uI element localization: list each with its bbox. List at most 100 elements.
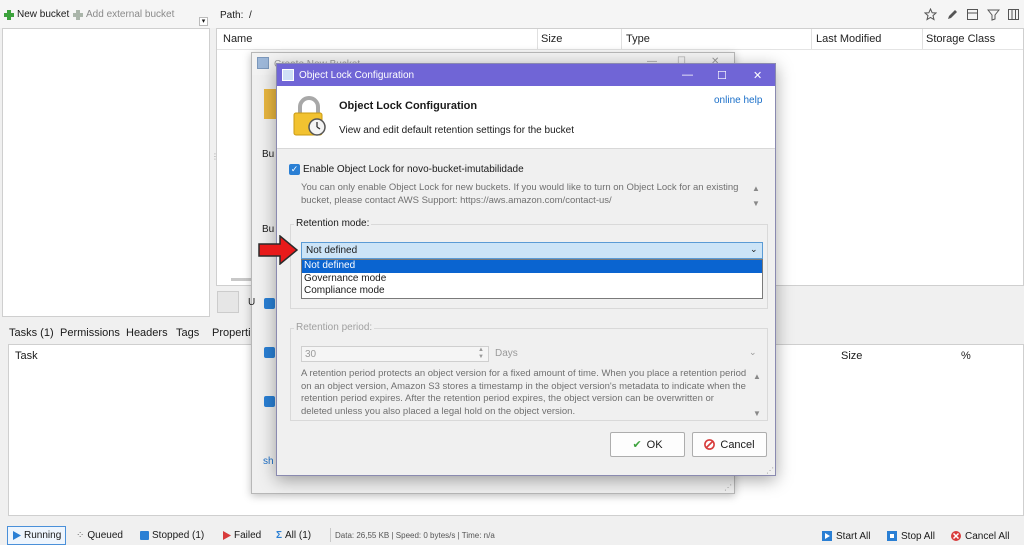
sigma-icon: Σ [276,530,283,541]
cancel-all-button[interactable]: Cancel All [950,530,1009,542]
ok-label: OK [646,438,663,451]
retention-mode-select[interactable]: Not defined ⌄ [301,242,763,259]
spinner-icon: ⁘ [76,530,85,541]
all-label: All (1) [285,530,312,541]
add-external-bucket-label: Add external bucket [86,9,175,20]
chevron-down-icon: ⌄ [750,244,758,254]
padlock-clock-icon [293,96,326,136]
failed-icon [223,531,231,540]
stop-all-button[interactable]: Stop All [886,530,935,542]
option-not-defined[interactable]: Not defined [302,260,762,273]
stopped-filter-button[interactable]: Stopped (1) [140,530,204,541]
plus-icon [73,9,83,20]
enable-object-lock-checkbox[interactable]: ✓ [289,164,300,175]
failed-label: Failed [234,530,262,541]
stop-all-icon [887,531,897,541]
panel-icon[interactable] [966,8,979,21]
retention-period-value: 30 [305,349,317,360]
start-all-button[interactable]: Start All [821,530,870,542]
minimize-icon[interactable]: — [682,69,693,81]
checkbox-3[interactable] [264,396,275,407]
status-bar: Running ⁘ Queued Stopped (1) Failed Σ Al… [0,524,1024,545]
running-label: Running [24,530,62,541]
close-icon[interactable]: ✕ [753,69,762,82]
retention-mode-value: Not defined [306,245,358,256]
column-header-type[interactable]: Type [626,33,650,45]
queued-label: Queued [87,530,123,541]
columns-icon[interactable] [1007,8,1020,21]
bucket-region-label: Bu [262,224,275,235]
bucket-tree-panel[interactable] [2,28,210,317]
path-label: Path: [220,10,244,21]
bottom-tab-bar: Tasks (1) Permissions Headers Tags Prope… [0,324,270,344]
ok-button[interactable]: ✔ OK [610,432,685,457]
show-link[interactable]: sh [263,456,274,467]
running-filter-button[interactable]: Running [7,526,67,545]
retention-mode-dropdown-list[interactable]: Not defined Governance mode Compliance m… [301,259,763,299]
resize-grip-icon[interactable]: ⋰ [724,483,732,492]
stepper-icon[interactable]: ▲ ▼ [478,347,484,361]
checkbox-2[interactable] [264,347,275,358]
retention-unit-value: Days [495,348,518,359]
stop-icon [140,531,149,540]
tab-tasks[interactable]: Tasks (1) [9,327,54,339]
new-bucket-button[interactable]: New bucket [4,9,69,20]
scroll-up-icon[interactable]: ▲ [752,184,760,193]
chevron-down-icon: ⌄ [749,347,757,357]
app-icon [282,69,294,81]
start-all-icon [822,531,832,541]
tab-permissions[interactable]: Permissions [60,327,120,339]
column-header-name[interactable]: Name [223,33,252,45]
filter-icon[interactable] [987,8,1000,21]
object-lock-titlebar: Object Lock Configuration — ☐ ✕ [277,64,775,86]
dialog-title: Object Lock Configuration [299,70,415,81]
column-header-task-size[interactable]: Size [841,350,862,362]
maximize-icon[interactable]: ☐ [717,69,727,82]
option-governance-mode[interactable]: Governance mode [302,273,762,286]
scroll-down-icon[interactable]: ▼ [752,199,760,208]
retention-unit-select[interactable]: Days ⌄ [491,346,762,362]
upload-label: U [248,297,256,308]
splitter-handle[interactable]: ⋮ [211,152,219,166]
column-header-last-modified[interactable]: Last Modified [816,33,881,45]
dialog-header: Object Lock Configuration View and edit … [277,86,775,149]
failed-filter-button[interactable]: Failed [222,530,261,541]
column-header-size[interactable]: Size [541,33,562,45]
start-all-label: Start All [836,530,871,542]
cancel-button[interactable]: Cancel [692,432,767,457]
enable-note: You can only enable Object Lock for new … [301,182,739,206]
toolbar-dropdown-icon[interactable]: ▾ [199,17,208,26]
column-header-percent[interactable]: % [961,350,971,362]
path-value[interactable]: / [249,10,252,21]
cancel-all-icon [951,531,961,541]
star-icon[interactable] [924,8,937,21]
red-arrow-icon [258,235,298,265]
queued-filter-button[interactable]: ⁘ Queued [76,530,123,541]
online-help-link[interactable]: online help [714,95,762,106]
scroll-up-icon[interactable]: ▲ [753,372,761,381]
retention-period-input[interactable]: 30 ▲ ▼ [301,346,489,362]
app-icon [257,57,269,69]
checkbox-1[interactable] [264,298,275,309]
dialog-heading: Object Lock Configuration [339,100,478,112]
cancel-icon [704,439,716,450]
pencil-icon[interactable] [946,8,959,21]
all-filter-button[interactable]: Σ All (1) [276,530,311,541]
dialog-subheading: View and edit default retention settings… [339,125,574,136]
stop-all-label: Stop All [901,530,935,542]
transfer-info: Data: 26,55 KB | Speed: 0 bytes/s | Time… [335,531,495,540]
cancel-all-label: Cancel All [965,530,1010,542]
resize-grip-icon[interactable]: ⋰ [766,466,774,475]
column-header-task[interactable]: Task [15,350,38,362]
checkmark-icon: ✔ [632,439,642,451]
stopped-label: Stopped (1) [152,530,205,541]
option-compliance-mode[interactable]: Compliance mode [302,285,762,298]
retention-mode-label: Retention mode: [294,218,372,229]
plus-icon [4,9,14,20]
column-header-storage-class[interactable]: Storage Class [926,33,995,45]
scroll-down-icon[interactable]: ▼ [753,409,761,418]
add-external-bucket-button[interactable]: Add external bucket [73,9,174,20]
enable-object-lock-label[interactable]: Enable Object Lock for novo-bucket-imuta… [303,164,524,175]
tab-tags[interactable]: Tags [176,327,199,339]
tab-headers[interactable]: Headers [126,327,168,339]
